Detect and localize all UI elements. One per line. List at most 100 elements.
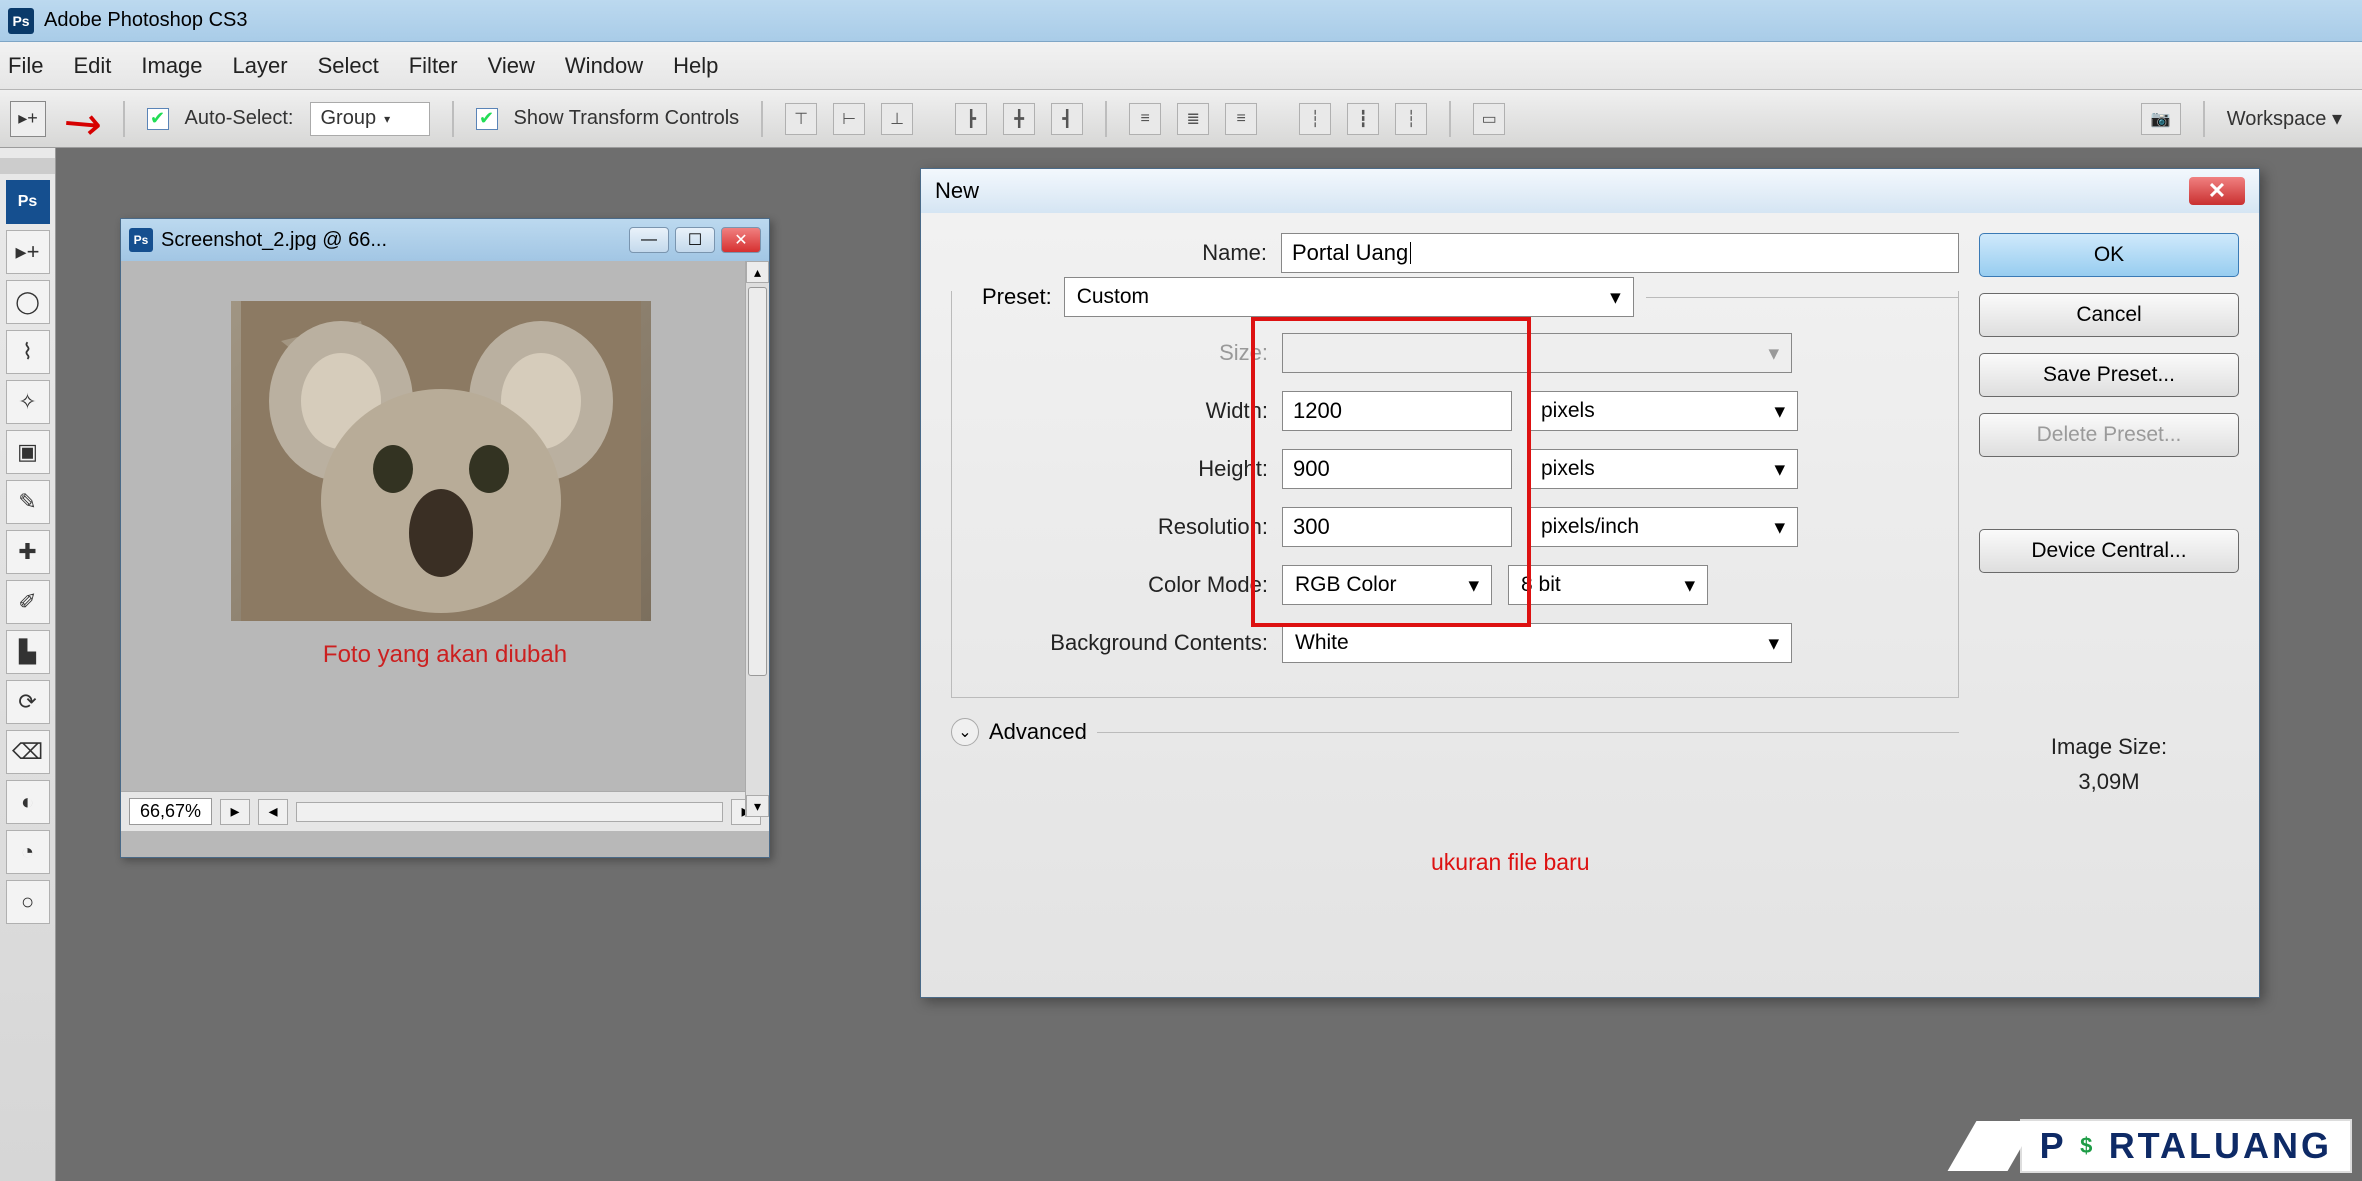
height-unit-dropdown[interactable]: pixels▾ [1528, 449, 1798, 489]
bridge-icon[interactable]: 📷 [2141, 103, 2181, 135]
menu-file[interactable]: File [8, 53, 43, 79]
watermark-p: P [2040, 1125, 2067, 1167]
app-titlebar: Ps Adobe Photoshop CS3 [0, 0, 2362, 42]
gradient-tool[interactable]: ◐ [6, 780, 50, 824]
image-size-label: Image Size: [1979, 729, 2239, 764]
align-bottom-icon[interactable]: ⊥ [881, 103, 913, 135]
dialog-close-button[interactable]: ✕ [2189, 177, 2245, 205]
preset-dropdown[interactable]: Custom▾ [1064, 277, 1634, 317]
image-size-info: Image Size: 3,09M [1979, 729, 2239, 799]
auto-align-icon[interactable]: ▭ [1473, 103, 1505, 135]
distribute-5-icon[interactable]: ┇ [1347, 103, 1379, 135]
align-vcenter-icon[interactable]: ⊢ [833, 103, 865, 135]
close-button[interactable]: ✕ [721, 227, 761, 253]
vertical-scrollbar[interactable]: ▴ ▾ [745, 261, 769, 817]
eraser-tool[interactable]: ⌫ [6, 730, 50, 774]
size-label: Size: [952, 340, 1282, 366]
chevron-down-icon[interactable]: ⌄ [951, 718, 979, 746]
history-brush-tool[interactable]: ⟳ [6, 680, 50, 724]
dialog-titlebar[interactable]: New ✕ [921, 169, 2259, 213]
menu-window[interactable]: Window [565, 53, 643, 79]
distribute-1-icon[interactable]: ≡ [1129, 103, 1161, 135]
autoselect-label: Auto-Select: [185, 107, 294, 130]
horizontal-scrollbar[interactable] [296, 802, 723, 822]
blur-tool[interactable]: ◔ [6, 830, 50, 874]
document-canvas[interactable]: Foto yang akan diubah [121, 261, 769, 791]
document-icon: Ps [129, 228, 153, 252]
bg-dropdown[interactable]: White▾ [1282, 623, 1792, 663]
scroll-thumb[interactable] [748, 287, 767, 676]
scroll-left-icon[interactable]: ◂ [258, 799, 288, 825]
dodge-tool[interactable]: ○ [6, 880, 50, 924]
advanced-toggle[interactable]: ⌄ Advanced [951, 718, 1959, 746]
distribute-2-icon[interactable]: ≣ [1177, 103, 1209, 135]
resolution-unit-dropdown[interactable]: pixels/inch▾ [1528, 507, 1798, 547]
cancel-button[interactable]: Cancel [1979, 293, 2239, 337]
menu-help[interactable]: Help [673, 53, 718, 79]
menu-edit[interactable]: Edit [73, 53, 111, 79]
separator [1449, 101, 1451, 137]
separator [452, 101, 454, 137]
workspace-dropdown[interactable]: Workspace ▾ [2227, 106, 2342, 131]
name-label: Name: [951, 240, 1281, 266]
maximize-button[interactable]: ☐ [675, 227, 715, 253]
scroll-up-icon[interactable]: ▴ [746, 261, 769, 283]
separator [761, 101, 763, 137]
menu-image[interactable]: Image [141, 53, 202, 79]
show-transform-checkbox[interactable]: ✔ [476, 108, 498, 130]
device-central-button[interactable]: Device Central... [1979, 529, 2239, 573]
document-window: Ps Screenshot_2.jpg @ 66... — ☐ ✕ [120, 218, 770, 858]
stamp-tool[interactable]: ▙ [6, 630, 50, 674]
align-right-icon[interactable]: ┫ [1051, 103, 1083, 135]
size-dropdown: ▾ [1282, 333, 1792, 373]
name-input[interactable]: Portal Uang [1281, 233, 1959, 273]
panel-grip[interactable] [0, 158, 55, 174]
info-toggle-icon[interactable]: ▸ [220, 799, 250, 825]
move-tool-icon[interactable]: ▸+ [10, 101, 46, 137]
delete-preset-button: Delete Preset... [1979, 413, 2239, 457]
align-top-icon[interactable]: ⊤ [785, 103, 817, 135]
annotation-ukuran: ukuran file baru [1431, 849, 1590, 876]
ok-button[interactable]: OK [1979, 233, 2239, 277]
align-left-icon[interactable]: ┣ [955, 103, 987, 135]
photoshop-logo-icon: Ps [6, 180, 50, 224]
crop-tool[interactable]: ▣ [6, 430, 50, 474]
autoselect-dropdown[interactable]: Group▾ [310, 102, 430, 136]
menu-view[interactable]: View [488, 53, 535, 79]
move-tool[interactable]: ▸+ [6, 230, 50, 274]
align-hcenter-icon[interactable]: ╋ [1003, 103, 1035, 135]
menu-layer[interactable]: Layer [233, 53, 288, 79]
menu-filter[interactable]: Filter [409, 53, 458, 79]
distribute-3-icon[interactable]: ≡ [1225, 103, 1257, 135]
eyedropper-tool[interactable]: ✎ [6, 480, 50, 524]
marquee-tool[interactable]: ◯ [6, 280, 50, 324]
minimize-button[interactable]: — [629, 227, 669, 253]
bitdepth-dropdown[interactable]: 8 bit▾ [1508, 565, 1708, 605]
brush-tool[interactable]: ✐ [6, 580, 50, 624]
menu-select[interactable]: Select [318, 53, 379, 79]
height-label: Height: [952, 456, 1282, 482]
zoom-value[interactable]: 66,67% [129, 798, 212, 825]
advanced-label: Advanced [989, 719, 1087, 745]
width-input[interactable]: 1200 [1282, 391, 1512, 431]
distribute-6-icon[interactable]: ┆ [1395, 103, 1427, 135]
resolution-input[interactable]: 300 [1282, 507, 1512, 547]
menubar: File Edit Image Layer Select Filter View… [0, 42, 2362, 90]
width-unit-dropdown[interactable]: pixels▾ [1528, 391, 1798, 431]
document-statusbar: 66,67% ▸ ◂ ▸ [121, 791, 769, 831]
document-titlebar[interactable]: Ps Screenshot_2.jpg @ 66... — ☐ ✕ [121, 219, 769, 261]
healing-tool[interactable]: ✚ [6, 530, 50, 574]
save-preset-button[interactable]: Save Preset... [1979, 353, 2239, 397]
colormode-label: Color Mode: [952, 572, 1282, 598]
lasso-tool[interactable]: ⌇ [6, 330, 50, 374]
height-input[interactable]: 900 [1282, 449, 1512, 489]
dialog-title: New [935, 178, 2189, 204]
wand-tool[interactable]: ✧ [6, 380, 50, 424]
autoselect-checkbox[interactable]: ✔ [147, 108, 169, 130]
dialog-form: Name: Portal Uang Preset: Custom▾ Size: [951, 233, 1959, 799]
distribute-4-icon[interactable]: ┆ [1299, 103, 1331, 135]
scroll-down-icon[interactable]: ▾ [746, 795, 769, 817]
image-size-value: 3,09M [1979, 764, 2239, 799]
photoshop-icon: Ps [8, 8, 34, 34]
colormode-dropdown[interactable]: RGB Color▾ [1282, 565, 1492, 605]
